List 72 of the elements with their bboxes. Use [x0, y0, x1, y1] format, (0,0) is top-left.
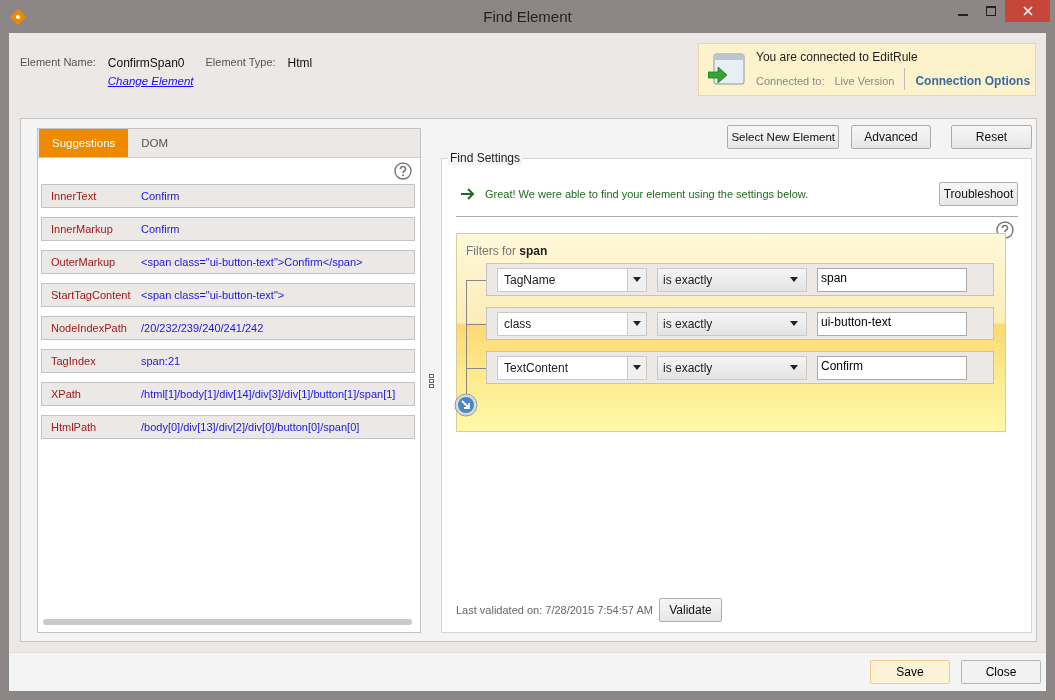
- filter-value-field[interactable]: span: [817, 267, 967, 292]
- suggestion-value: Confirm: [141, 223, 180, 235]
- caret-icon: [633, 321, 641, 326]
- app-logo-icon: [10, 8, 26, 25]
- arrow-right-icon: [461, 188, 475, 200]
- caret-icon: [790, 321, 798, 326]
- operator-dropdown[interactable]: is exactly: [657, 355, 807, 380]
- connection-message: You are connected to EditRule: [756, 49, 919, 64]
- change-element-link[interactable]: Change Element: [107, 75, 194, 87]
- tab[interactable]: DOM: [128, 129, 182, 157]
- filter-value-field[interactable]: Confirm: [817, 355, 967, 380]
- suggestion-row[interactable]: HtmlPath /body[0]/div[13]/div[2]/div[0]/button[0]/span[0]: [41, 415, 415, 439]
- splitter-grip-icon[interactable]: [428, 373, 434, 388]
- element-type-value: Html: [287, 56, 313, 72]
- caret-icon: [633, 365, 641, 370]
- toolbar-button[interactable]: Reset: [951, 125, 1032, 149]
- attribute-dropdown[interactable]: TextContent: [497, 355, 647, 380]
- suggestion-value: /20/232/239/240/241/242: [141, 322, 264, 334]
- suggestion-row[interactable]: NodeIndexPath /20/232/239/240/241/242: [41, 316, 415, 340]
- validate-button[interactable]: Validate: [658, 598, 722, 622]
- window-arrow-icon: [708, 51, 746, 88]
- connected-to-label: Connected to:: [756, 74, 825, 87]
- suggestion-row[interactable]: StartTagContent <span class="ui-button-text">: [41, 283, 415, 307]
- operator-dropdown[interactable]: is exactly: [657, 311, 807, 336]
- version-value: Live Version: [834, 74, 895, 87]
- suggestion-row[interactable]: OuterMarkup <span class="ui-button-text">Confirm</span>: [41, 250, 415, 274]
- attribute-dropdown[interactable]: class: [497, 311, 647, 336]
- minimize-icon: [958, 14, 968, 16]
- operator-dropdown[interactable]: is exactly: [657, 267, 807, 292]
- suggestion-name: NodeIndexPath: [50, 322, 128, 334]
- suggestion-value: /html[1]/body[1]/div[14]/div[3]/div[1]/button[1]/span[1]: [141, 388, 396, 400]
- suggestion-name: InnerMarkup: [50, 223, 114, 235]
- attribute-dropdown[interactable]: TagName: [497, 267, 647, 292]
- filter-value-field[interactable]: ui-button-text: [817, 311, 967, 336]
- suggestion-name: XPath: [50, 388, 82, 400]
- suggestion-row[interactable]: TagIndex span:21: [41, 349, 415, 373]
- suggestion-row[interactable]: XPath /html[1]/body[1]/div[14]/div[3]/div[1]/button[1]/span[1]: [41, 382, 415, 406]
- caret-icon: [790, 277, 798, 282]
- toolbar-button[interactable]: Advanced: [851, 125, 931, 149]
- footer-button[interactable]: Close: [961, 660, 1041, 684]
- suggestion-value: <span class="ui-button-text">: [141, 289, 285, 301]
- window-title: Find Element: [483, 8, 572, 25]
- add-filter-icon[interactable]: [454, 393, 478, 417]
- maximize-icon: [986, 6, 996, 16]
- suggestion-name: HtmlPath: [50, 421, 98, 433]
- save-button[interactable]: Save: [870, 660, 950, 684]
- suggestion-value: Confirm: [141, 190, 180, 202]
- help-icon[interactable]: [394, 162, 412, 180]
- troubleshoot-button[interactable]: Troubleshoot: [939, 182, 1018, 206]
- element-name-label: Element Name:: [20, 56, 96, 70]
- filters-title: Filters for span: [466, 244, 549, 258]
- suggestion-row[interactable]: InnerText Confirm: [41, 184, 415, 208]
- suggestion-value: <span class="ui-button-text">Confirm</span>: [141, 256, 363, 268]
- connection-options-link[interactable]: Connection Options: [915, 73, 1031, 88]
- suggestion-row[interactable]: InnerMarkup Confirm: [41, 217, 415, 241]
- caret-icon: [790, 365, 798, 370]
- suggestion-name: TagIndex: [50, 355, 97, 367]
- close-button[interactable]: [1005, 0, 1050, 22]
- element-type-label: Element Type:: [205, 56, 276, 70]
- close-icon: [1022, 6, 1033, 16]
- suggestion-name: OuterMarkup: [50, 256, 117, 268]
- suggestion-value: /body[0]/div[13]/div[2]/div[0]/button[0]/span[0]: [141, 421, 360, 433]
- suggestion-name: StartTagContent: [50, 289, 132, 301]
- find-settings-title: Find Settings: [448, 151, 523, 165]
- caret-icon: [633, 277, 641, 282]
- toolbar-button[interactable]: Select New Element: [727, 125, 839, 149]
- element-name-value: ConfirmSpan0: [107, 56, 186, 70]
- suggestion-name: InnerText: [50, 190, 98, 202]
- last-validated-text: Last validated on: 7/28/2015 7:54:57 AM: [456, 604, 653, 616]
- suggestion-value: span:21: [141, 355, 181, 367]
- status-message: Great! We were able to find your element using the settings below.: [485, 188, 809, 200]
- horizontal-scrollbar[interactable]: [43, 619, 412, 625]
